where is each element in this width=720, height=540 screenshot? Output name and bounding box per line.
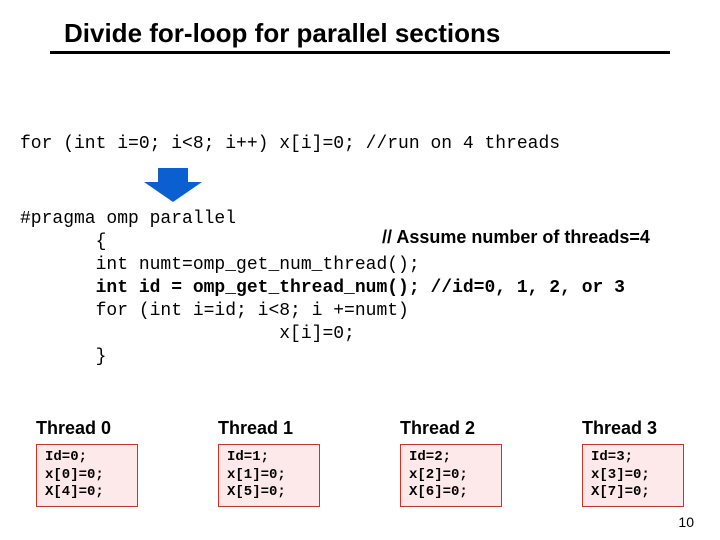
slide-title: Divide for-loop for parallel sections — [50, 18, 500, 49]
thread-code: Id=1; — [227, 449, 269, 465]
thread-box: Id=3; x[3]=0; X[7]=0; — [582, 444, 684, 507]
thread-label: Thread 3 — [582, 418, 684, 439]
thread-label: Thread 2 — [400, 418, 502, 439]
code-line: for (int i=id; i<8; i +=numt) — [20, 300, 710, 323]
thread-label: Thread 1 — [218, 418, 320, 439]
thread-code: X[5]=0; — [227, 484, 286, 500]
threads-row: Thread 0 Id=0; x[0]=0; X[4]=0; Thread 1 … — [36, 418, 700, 507]
thread-col: Thread 1 Id=1; x[1]=0; X[5]=0; — [218, 418, 320, 507]
code-line: int numt=omp_get_num_thread(); — [20, 254, 710, 277]
thread-code: x[3]=0; — [591, 467, 650, 483]
thread-code: x[2]=0; — [409, 467, 468, 483]
code-line: } — [20, 346, 710, 369]
thread-col: Thread 0 Id=0; x[0]=0; X[4]=0; — [36, 418, 138, 507]
thread-label: Thread 0 — [36, 418, 138, 439]
thread-code: x[1]=0; — [227, 467, 286, 483]
thread-code: Id=3; — [591, 449, 633, 465]
thread-code: X[4]=0; — [45, 484, 104, 500]
page-number: 10 — [678, 514, 694, 530]
thread-box: Id=2; x[2]=0; X[6]=0; — [400, 444, 502, 507]
code-original-loop: for (int i=0; i<8; i++) x[i]=0; //run on… — [20, 134, 560, 154]
thread-code: X[7]=0; — [591, 484, 650, 500]
thread-col: Thread 3 Id=3; x[3]=0; X[7]=0; — [582, 418, 684, 507]
code-line: int id = omp_get_thread_num(); //id=0, 1… — [20, 277, 710, 300]
thread-code: Id=0; — [45, 449, 87, 465]
thread-code: x[0]=0; — [45, 467, 104, 483]
code-line: x[i]=0; — [20, 323, 710, 346]
thread-code: Id=2; — [409, 449, 451, 465]
title-underline: Divide for-loop for parallel sections — [50, 18, 670, 54]
thread-code: X[6]=0; — [409, 484, 468, 500]
thread-box: Id=1; x[1]=0; X[5]=0; — [218, 444, 320, 507]
assume-comment: // Assume number of threads=4 — [382, 227, 650, 248]
thread-box: Id=0; x[0]=0; X[4]=0; — [36, 444, 138, 507]
thread-col: Thread 2 Id=2; x[2]=0; X[6]=0; — [400, 418, 502, 507]
down-arrow-icon — [138, 168, 208, 207]
